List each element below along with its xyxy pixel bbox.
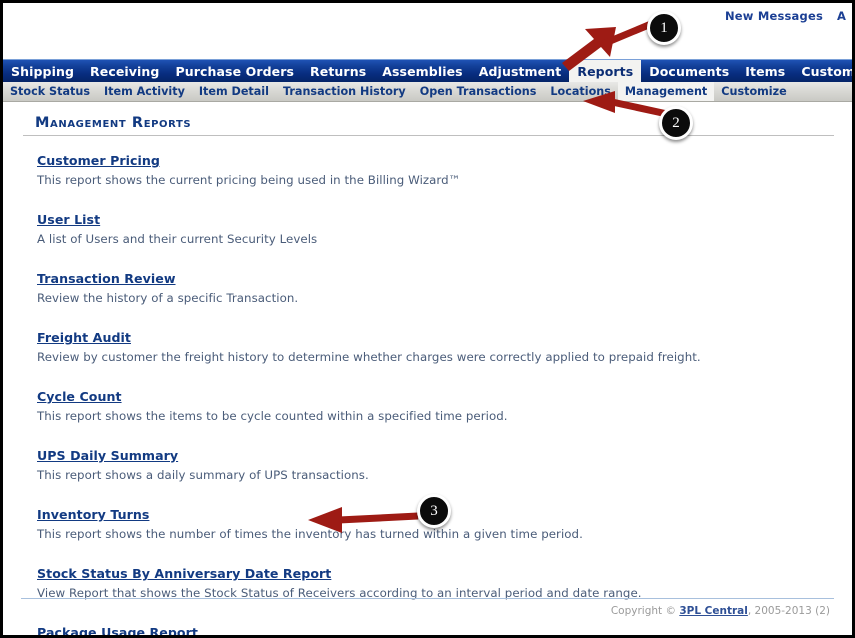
report-description: This report shows the items to be cycle … bbox=[37, 409, 508, 423]
nav-item-receiving[interactable]: Receiving bbox=[82, 60, 167, 82]
nav-item-returns[interactable]: Returns bbox=[302, 60, 374, 82]
report-item-stock-status-by-anniversary-date: Stock Status By Anniversary Date Report … bbox=[37, 563, 834, 600]
new-messages-link[interactable]: New Messages bbox=[725, 9, 823, 23]
report-item-cycle-count: Cycle Count This report shows the items … bbox=[37, 386, 834, 423]
annotation-badge-1: 1 bbox=[647, 11, 681, 45]
copyright-text: Copyright © 3PL Central, 2005-2013 (2) bbox=[21, 605, 834, 617]
report-item-ups-daily-summary: UPS Daily Summary This report shows a da… bbox=[37, 445, 834, 482]
report-link-user-list[interactable]: User List bbox=[37, 212, 100, 227]
administration-link[interactable]: Administration bbox=[837, 9, 846, 23]
nav-item-reports[interactable]: Reports bbox=[569, 60, 642, 82]
report-link-stock-status-by-anniversary-date[interactable]: Stock Status By Anniversary Date Report bbox=[37, 566, 331, 581]
report-item-transaction-review: Transaction Review Review the history of… bbox=[37, 268, 834, 305]
footer: Copyright © 3PL Central, 2005-2013 (2) bbox=[21, 598, 834, 617]
report-item-freight-audit: Freight Audit Review by customer the fre… bbox=[37, 327, 834, 364]
copyright-prefix: Copyright © bbox=[610, 605, 680, 617]
report-item-customer-pricing: Customer Pricing This report shows the c… bbox=[37, 150, 834, 187]
report-link-inventory-turns[interactable]: Inventory Turns bbox=[37, 507, 149, 522]
copyright-suffix: , 2005-2013 (2) bbox=[747, 605, 830, 617]
subnav-item-transaction-history[interactable]: Transaction History bbox=[276, 82, 413, 101]
title-divider bbox=[23, 135, 834, 136]
report-link-package-usage[interactable]: Package Usage Report bbox=[37, 625, 198, 635]
subnav-item-item-detail[interactable]: Item Detail bbox=[192, 82, 276, 101]
subnav-item-open-transactions[interactable]: Open Transactions bbox=[413, 82, 544, 101]
report-link-transaction-review[interactable]: Transaction Review bbox=[37, 271, 176, 286]
report-description: Review the history of a specific Transac… bbox=[37, 291, 299, 305]
subnav-item-stock-status[interactable]: Stock Status bbox=[3, 82, 97, 101]
primary-navigation: Shipping Receiving Purchase Orders Retur… bbox=[3, 59, 852, 82]
report-link-customer-pricing[interactable]: Customer Pricing bbox=[37, 153, 160, 168]
secondary-navigation: Stock Status Item Activity Item Detail T… bbox=[3, 82, 852, 102]
report-link-cycle-count[interactable]: Cycle Count bbox=[37, 389, 122, 404]
annotation-badge-2: 2 bbox=[659, 106, 693, 140]
nav-item-shipping[interactable]: Shipping bbox=[3, 60, 82, 82]
utility-bar: New Messages Administration bbox=[3, 3, 852, 28]
report-item-package-usage: Package Usage Report View Report that sh… bbox=[37, 622, 834, 635]
3pl-central-link[interactable]: 3PL Central bbox=[679, 605, 748, 617]
nav-item-documents[interactable]: Documents bbox=[641, 60, 737, 82]
report-description: A list of Users and their current Securi… bbox=[37, 232, 318, 246]
annotation-badge-3: 3 bbox=[417, 494, 451, 528]
report-link-freight-audit[interactable]: Freight Audit bbox=[37, 330, 131, 345]
footer-divider bbox=[21, 598, 834, 599]
report-description: This report shows the current pricing be… bbox=[37, 173, 461, 187]
subnav-item-item-activity[interactable]: Item Activity bbox=[97, 82, 192, 101]
report-description: Review by customer the freight history t… bbox=[37, 350, 701, 364]
nav-item-adjustment[interactable]: Adjustment bbox=[471, 60, 570, 82]
nav-item-customer[interactable]: Customer bbox=[793, 60, 852, 82]
subnav-item-locations[interactable]: Locations bbox=[543, 82, 618, 101]
subnav-item-management[interactable]: Management bbox=[617, 82, 715, 101]
main-content: Management Reports Customer Pricing This… bbox=[3, 103, 852, 635]
report-link-ups-daily-summary[interactable]: UPS Daily Summary bbox=[37, 448, 178, 463]
subnav-item-customize[interactable]: Customize bbox=[714, 82, 793, 101]
report-description: This report shows a daily summary of UPS… bbox=[37, 468, 369, 482]
report-description: This report shows the number of times th… bbox=[37, 527, 583, 541]
nav-item-items[interactable]: Items bbox=[737, 60, 793, 82]
nav-item-assemblies[interactable]: Assemblies bbox=[374, 60, 471, 82]
page-title: Management Reports bbox=[35, 115, 192, 131]
application-window: New Messages Administration Shipping Rec… bbox=[0, 0, 855, 638]
report-item-user-list: User List A list of Users and their curr… bbox=[37, 209, 834, 246]
nav-item-purchase-orders[interactable]: Purchase Orders bbox=[167, 60, 302, 82]
report-list: Customer Pricing This report shows the c… bbox=[37, 150, 834, 635]
